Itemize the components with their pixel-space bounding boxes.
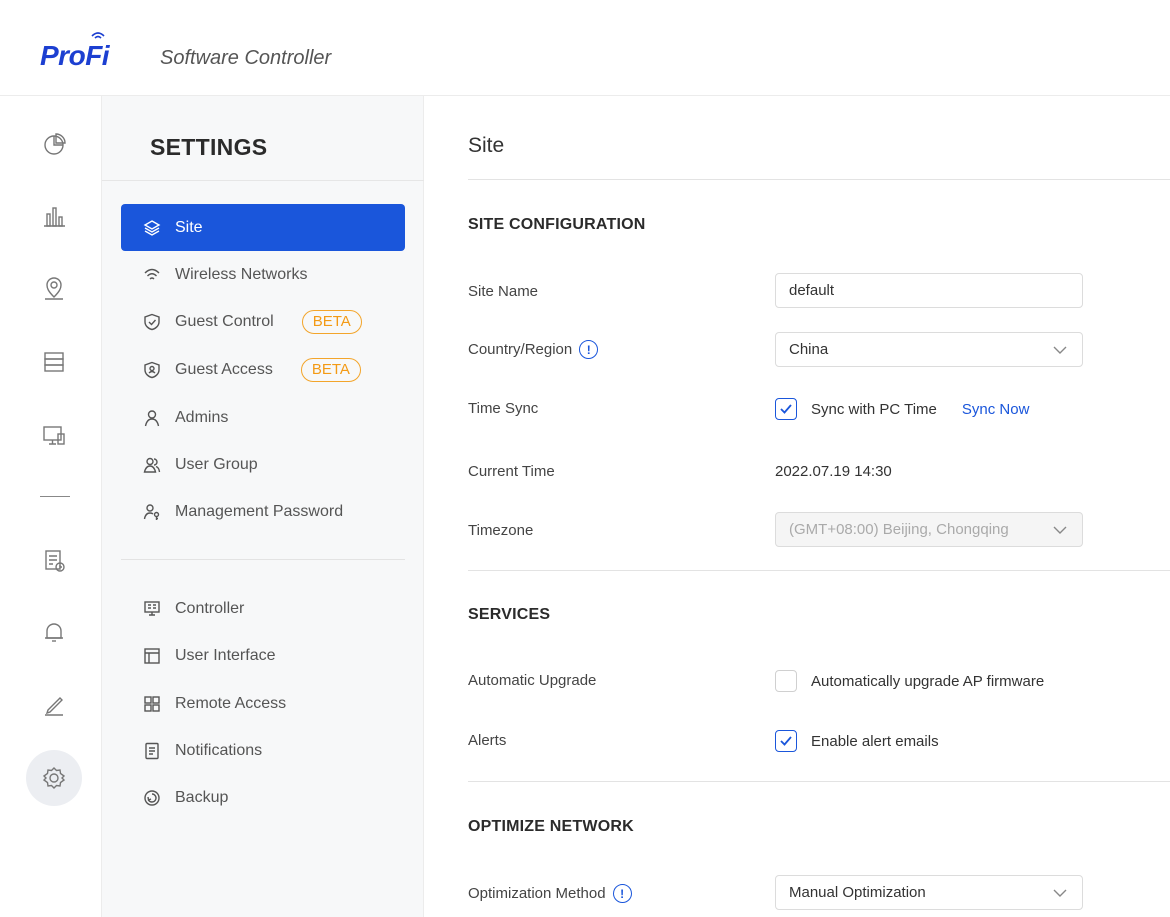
menu-item-user-interface[interactable]: User Interface: [121, 632, 405, 679]
time-sync-label: Time Sync: [468, 400, 539, 417]
layers-icon: [143, 219, 161, 237]
settings-divider: [102, 180, 424, 181]
site-name-input[interactable]: default: [775, 273, 1083, 308]
current-time-label: Current Time: [468, 463, 555, 480]
menu-separator: [121, 559, 405, 560]
menu-item-label: Controller: [175, 599, 245, 617]
section-title-site-configuration: SITE CONFIGURATION: [468, 216, 646, 233]
backup-icon: [143, 789, 161, 807]
menu-item-wireless-networks[interactable]: Wireless Networks: [121, 251, 405, 298]
icon-rail: [0, 96, 102, 917]
automatic-upgrade-row: Automatically upgrade AP firmware: [775, 670, 1044, 692]
alerts-row: Enable alert emails: [775, 730, 939, 752]
menu-item-label: Admins: [175, 408, 229, 426]
menu-item-label: User Interface: [175, 646, 276, 664]
country-region-select[interactable]: China: [775, 332, 1083, 367]
beta-badge: BETA: [300, 357, 361, 382]
menu-item-label: Wireless Networks: [175, 265, 308, 283]
section-divider: [468, 781, 1170, 782]
automatic-upgrade-checkbox-label: Automatically upgrade AP firmware: [811, 672, 1045, 690]
menu-item-label: Guest Access: [175, 360, 273, 378]
menu-item-site[interactable]: Site: [121, 204, 405, 251]
controller-icon: [143, 600, 161, 618]
settings-icon[interactable]: [26, 750, 82, 806]
menu-item-label: Notifications: [175, 741, 263, 759]
menu-item-guest-control[interactable]: Guest Control BETA: [121, 298, 405, 345]
settings-sidebar: SETTINGS Site Wireless Networks Guest Co…: [102, 96, 424, 917]
clients-icon[interactable]: [26, 408, 82, 464]
dashboard-icon[interactable]: [26, 116, 82, 172]
shield-user-icon: [143, 361, 161, 379]
alerts-label: Alerts: [468, 732, 507, 749]
chevron-down-icon: [1052, 885, 1068, 901]
country-region-label: Country/Region !: [468, 340, 599, 359]
profi-logo[interactable]: Pro Fi: [40, 32, 110, 72]
menu-item-label: User Group: [175, 455, 258, 473]
user-key-icon: [143, 503, 161, 521]
timezone-select[interactable]: (GMT+08:00) Beijing, Chongqing: [775, 512, 1083, 547]
logs-icon[interactable]: [26, 532, 82, 588]
document-icon: [143, 742, 161, 760]
settings-title: SETTINGS: [150, 134, 268, 160]
menu-item-notifications[interactable]: Notifications: [121, 727, 405, 774]
timezone-label: Timezone: [468, 522, 534, 539]
app-header: Pro Fi Software Controller: [0, 0, 1170, 96]
chevron-down-icon: [1052, 342, 1068, 358]
info-icon[interactable]: !: [579, 340, 599, 359]
time-sync-row: Sync with PC Time Sync Now: [775, 398, 1029, 420]
shield-check-icon: [143, 313, 161, 331]
chevron-down-icon: [1052, 522, 1068, 538]
logo-wifi-icon: [91, 32, 105, 39]
map-icon[interactable]: [26, 261, 82, 317]
app-title: Software Controller: [160, 47, 332, 69]
menu-item-guest-access[interactable]: Guest Access BETA: [121, 346, 405, 393]
time-sync-checkbox[interactable]: [775, 398, 797, 420]
rail-divider: [40, 496, 70, 497]
menu-item-label: Remote Access: [175, 694, 287, 712]
user-icon: [143, 409, 161, 427]
current-time-value: 2022.07.19 14:30: [775, 463, 892, 480]
menu-item-backup[interactable]: Backup: [121, 774, 405, 821]
menu-item-label: Guest Control: [175, 312, 274, 330]
menu-item-admins[interactable]: Admins: [121, 394, 405, 441]
logo-part-fi: Fi: [85, 32, 110, 71]
menu-item-label: Backup: [175, 788, 229, 806]
site-name-label: Site Name: [468, 283, 539, 300]
alerts-checkbox-label: Enable alert emails: [811, 732, 939, 750]
layout-icon: [143, 647, 161, 665]
menu-item-user-group[interactable]: User Group: [121, 441, 405, 488]
optimization-method-select[interactable]: Manual Optimization: [775, 875, 1083, 910]
alerts-checkbox[interactable]: [775, 730, 797, 752]
section-divider: [468, 570, 1170, 571]
info-icon[interactable]: !: [612, 884, 632, 903]
automatic-upgrade-label: Automatic Upgrade: [468, 672, 597, 689]
devices-icon[interactable]: [26, 334, 82, 390]
alerts-icon[interactable]: [26, 604, 82, 660]
section-title-optimize-network: OPTIMIZE NETWORK: [468, 818, 634, 835]
statistics-icon[interactable]: [26, 188, 82, 244]
menu-item-controller[interactable]: Controller: [121, 585, 405, 632]
section-title-services: SERVICES: [468, 606, 551, 623]
page-title: Site: [468, 134, 505, 157]
main-content: Site SITE CONFIGURATION Site Name defaul…: [424, 96, 1170, 917]
beta-badge: BETA: [301, 309, 362, 334]
remote-icon: [143, 695, 161, 713]
logo-part-pro: Pro: [40, 40, 86, 71]
edit-icon[interactable]: [26, 676, 82, 732]
sync-now-link[interactable]: Sync Now: [962, 401, 1030, 418]
menu-item-label: Management Password: [175, 502, 344, 520]
optimization-method-label: Optimization Method !: [468, 884, 632, 903]
time-sync-checkbox-label: Sync with PC Time: [811, 400, 937, 418]
title-divider: [468, 179, 1170, 180]
menu-item-management-password[interactable]: Management Password: [121, 488, 405, 535]
menu-item-label: Site: [175, 218, 203, 236]
menu-item-remote-access[interactable]: Remote Access: [121, 680, 405, 727]
automatic-upgrade-checkbox[interactable]: [775, 670, 797, 692]
wifi-icon: [143, 266, 161, 284]
user-group-icon: [143, 456, 161, 474]
